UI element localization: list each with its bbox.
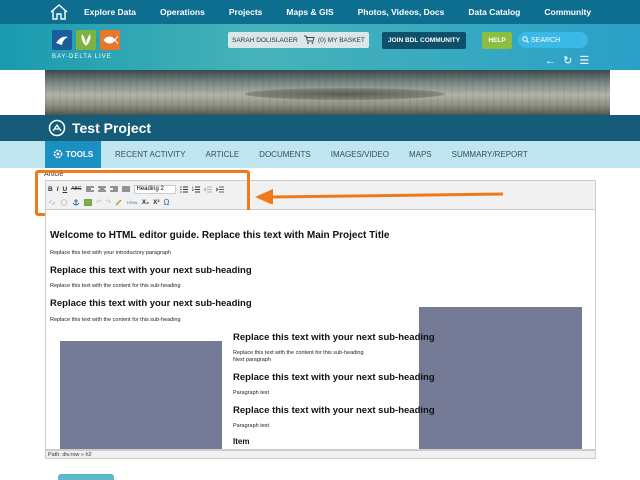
logo-leaf-icon [76, 30, 96, 50]
menu-icon[interactable]: ☰ [579, 55, 589, 67]
content-main-title: Welcome to HTML editor guide. Replace th… [50, 230, 390, 241]
content-paragraph-2: Replace this text with the content for t… [50, 317, 181, 323]
content-intro-paragraph: Replace this text with your introductory… [50, 250, 172, 256]
nav-community[interactable]: Community [544, 7, 591, 17]
nav-data-catalog[interactable]: Data Catalog [468, 7, 520, 17]
tab-tools[interactable]: TOOLS [45, 141, 101, 168]
image-placeholder-right [419, 307, 582, 449]
nav-operations[interactable]: Operations [160, 7, 205, 17]
user-name: SARAH DOLISLAGER [232, 36, 298, 44]
cart-icon [304, 35, 315, 46]
logo-bird-icon [52, 30, 72, 50]
content-subheading-1: Replace this text with your next sub-hea… [50, 265, 252, 276]
nav-explore-data[interactable]: Explore Data [84, 7, 136, 17]
top-navigation: Explore Data Operations Projects Maps & … [0, 0, 640, 24]
site-header: BAY-DELTA LIVE SARAH DOLISLAGER (0) MY B… [0, 24, 640, 70]
home-icon[interactable] [48, 2, 70, 22]
logo-fish-icon [100, 30, 120, 50]
content-paragraph-4: Paragraph text [233, 390, 270, 396]
content-subheading-2: Replace this text with your next sub-hea… [50, 298, 252, 309]
basket-button[interactable]: (0) MY BASKET [300, 32, 369, 48]
content-paragraph-3b: Next paragraph [233, 357, 271, 363]
project-icon [48, 119, 66, 137]
help-button[interactable]: HELP [482, 32, 512, 49]
join-community-button[interactable]: JOIN BDL COMMUNITY [382, 32, 467, 49]
content-subheading-3: Replace this text with your next sub-hea… [233, 332, 435, 343]
tab-summary-report[interactable]: SUMMARY/REPORT [452, 150, 528, 159]
logo-text: BAY-DELTA LIVE [52, 54, 112, 60]
content-item-heading: Item [233, 437, 250, 446]
tab-article[interactable]: ARTICLE [206, 150, 240, 159]
save-button[interactable] [58, 474, 114, 480]
tab-recent-activity[interactable]: RECENT ACTIVITY [115, 150, 186, 159]
project-tabs: TOOLS RECENT ACTIVITY ARTICLE DOCUMENTS … [0, 141, 640, 168]
project-banner-image [45, 70, 610, 115]
page-title: Test Project [72, 120, 152, 136]
gear-icon [53, 149, 63, 161]
content-subheading-4: Replace this text with your next sub-hea… [233, 372, 435, 383]
tab-images-video[interactable]: IMAGES/VIDEO [331, 150, 389, 159]
nav-projects[interactable]: Projects [229, 7, 263, 17]
tab-tools-label: TOOLS [65, 150, 94, 159]
image-placeholder-left [60, 341, 222, 449]
basket-label: (0) MY BASKET [318, 36, 365, 44]
content-paragraph-1: Replace this text with the content for t… [50, 283, 181, 289]
content-subheading-5: Replace this text with your next sub-hea… [233, 405, 435, 416]
header-icon-group: ← ↻ ☰ [545, 54, 589, 67]
search-icon [522, 35, 529, 45]
nav-maps-gis[interactable]: Maps & GIS [286, 7, 333, 17]
tab-maps[interactable]: MAPS [409, 150, 432, 159]
search-input[interactable]: SEARCH [518, 32, 588, 48]
search-placeholder: SEARCH [531, 36, 561, 44]
bay-delta-live-logo[interactable]: BAY-DELTA LIVE [52, 30, 122, 68]
project-title-bar: Test Project [0, 115, 640, 141]
editor-path-status: Path: div.row » h2 [45, 450, 596, 459]
content-paragraph-5: Paragraph text [233, 423, 270, 429]
tab-documents[interactable]: DOCUMENTS [259, 150, 311, 159]
annotation-arrow-icon [255, 189, 504, 204]
back-arrow-icon[interactable]: ← [545, 55, 556, 67]
nav-photos-videos-docs[interactable]: Photos, Videos, Docs [358, 7, 445, 17]
editor-content-area[interactable]: Welcome to HTML editor guide. Replace th… [45, 210, 596, 450]
content-paragraph-3: Replace this text with the content for t… [233, 350, 364, 356]
refresh-icon[interactable]: ↻ [563, 55, 572, 67]
